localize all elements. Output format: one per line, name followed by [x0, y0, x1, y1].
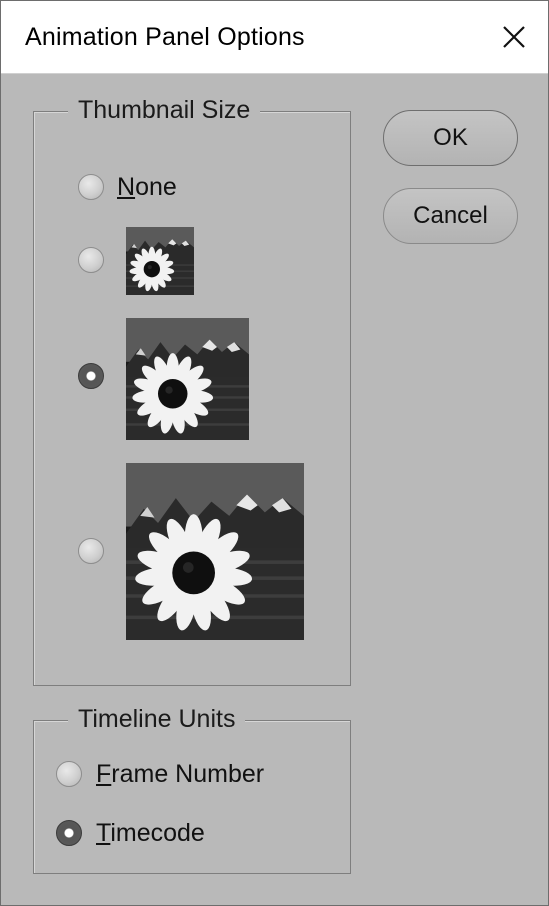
timecode-label[interactable]: Timecode [96, 819, 205, 848]
close-icon [503, 26, 525, 48]
sunflower-image [126, 227, 194, 295]
frame-number-radio[interactable] [56, 761, 82, 787]
animation-panel-options-dialog: Animation Panel Options Thumbnail Size N… [0, 0, 549, 906]
dialog-title: Animation Panel Options [25, 23, 305, 51]
thumbnail-medium-radio[interactable] [78, 363, 104, 389]
sunflower-thumbnail-medium[interactable] [126, 318, 249, 440]
sunflower-thumbnail-small[interactable] [126, 227, 194, 295]
timecode-radio[interactable] [56, 820, 82, 846]
timeline-units-group: Timeline Units [33, 705, 351, 874]
thumbnail-small-radio[interactable] [78, 247, 104, 273]
sunflower-thumbnail-large[interactable] [126, 463, 304, 640]
sunflower-image [126, 463, 304, 640]
thumbnail-large-radio[interactable] [78, 538, 104, 564]
title-bar: Animation Panel Options [1, 1, 548, 74]
cancel-button[interactable]: Cancel [383, 188, 518, 244]
close-button[interactable] [494, 17, 534, 57]
ok-button[interactable]: OK [383, 110, 518, 166]
thumbnail-none-label[interactable]: None [117, 173, 177, 202]
thumbnail-size-legend: Thumbnail Size [68, 96, 261, 125]
timeline-units-legend: Timeline Units [68, 705, 246, 734]
sunflower-image [126, 318, 249, 440]
thumbnail-none-radio[interactable] [78, 174, 104, 200]
frame-number-label[interactable]: Frame Number [96, 760, 264, 789]
